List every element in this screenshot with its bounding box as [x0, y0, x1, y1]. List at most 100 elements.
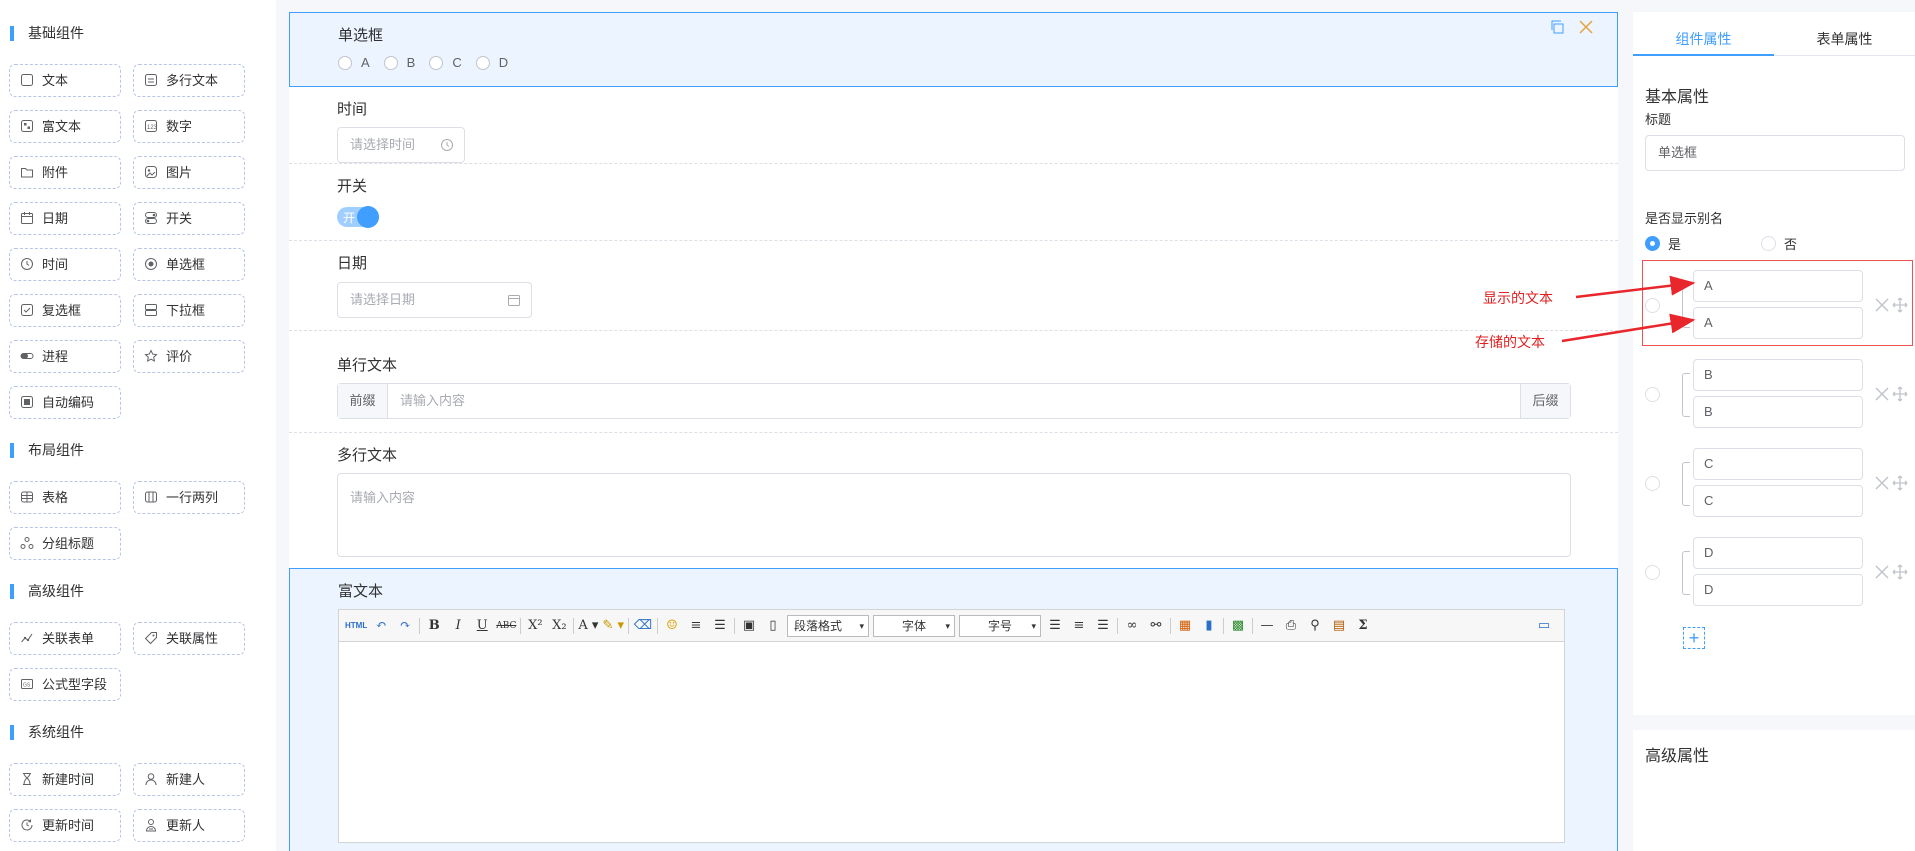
delete-option-icon[interactable]: [1874, 386, 1890, 402]
emoji-icon[interactable]: ☺: [662, 616, 682, 636]
palette-item-updater[interactable]: 更新人: [133, 809, 245, 842]
title-input[interactable]: 单选框: [1645, 135, 1905, 171]
palette-item-creator[interactable]: 新建人: [133, 763, 245, 796]
palette-item-formula[interactable]: GS 公式型字段: [9, 668, 121, 701]
palette-item-number[interactable]: 123 数字: [133, 110, 245, 143]
palette-item-autocode[interactable]: 自动编码: [9, 386, 121, 419]
palette-item-date[interactable]: 日期: [9, 202, 121, 235]
alias-no-radio[interactable]: 否: [1761, 234, 1797, 253]
italic-icon[interactable]: I: [448, 616, 468, 636]
alias-yes-radio[interactable]: 是: [1645, 234, 1681, 253]
radio-option-a[interactable]: A: [338, 55, 370, 70]
subscript-icon[interactable]: X₂: [549, 616, 569, 636]
single-text-input[interactable]: 前缀 请输入内容 后缀: [337, 383, 1571, 419]
underline-icon[interactable]: U: [472, 616, 492, 636]
palette-item-two-columns[interactable]: 一行两列: [133, 481, 245, 514]
video-icon[interactable]: ▮: [1199, 616, 1219, 636]
paste-icon[interactable]: ▤: [1329, 616, 1349, 636]
html-source-icon[interactable]: HTML: [345, 616, 367, 636]
field-radio[interactable]: 单选框 A B C D: [289, 12, 1618, 87]
drag-handle-icon[interactable]: [1892, 386, 1908, 402]
palette-item-switch[interactable]: 开关: [133, 202, 245, 235]
add-option-button[interactable]: +: [1683, 627, 1705, 649]
preview-icon[interactable]: ⚲: [1305, 616, 1325, 636]
palette-item-attachment[interactable]: 附件: [9, 156, 121, 189]
highlight-icon[interactable]: ✎ ▾: [602, 616, 624, 636]
link-icon[interactable]: ∞: [1122, 616, 1142, 636]
palette-item-image[interactable]: 图片: [133, 156, 245, 189]
palette-item-updated-time[interactable]: 更新时间: [9, 809, 121, 842]
print-icon[interactable]: ⎙: [1281, 616, 1301, 636]
option-default-radio[interactable]: [1645, 476, 1660, 491]
align-right-icon[interactable]: ☰: [1093, 616, 1113, 636]
palette-item-radio[interactable]: 单选框: [133, 248, 245, 281]
bold-icon[interactable]: B: [424, 616, 444, 636]
palette-item-group-title[interactable]: 分组标题: [9, 527, 121, 560]
palette-item-checkbox[interactable]: 复选框: [9, 294, 121, 327]
radio-option-c[interactable]: C: [429, 55, 462, 70]
option-default-radio[interactable]: [1645, 387, 1660, 402]
tab-form-props[interactable]: 表单属性: [1774, 22, 1915, 55]
palette-item-link-form[interactable]: 关联表单: [9, 622, 121, 655]
field-multi-text[interactable]: 多行文本 请输入内容: [289, 433, 1618, 568]
insert-image-icon[interactable]: ▩: [1228, 616, 1248, 636]
drag-handle-icon[interactable]: [1892, 564, 1908, 580]
palette-item-rating[interactable]: 评价: [133, 340, 245, 373]
option-display-input[interactable]: D: [1693, 537, 1863, 569]
palette-item-text[interactable]: 文本: [9, 64, 121, 97]
palette-item-table[interactable]: 表格: [9, 481, 121, 514]
formula-sigma-icon[interactable]: Σ: [1353, 616, 1373, 636]
align-left-icon[interactable]: ☰: [1045, 616, 1065, 636]
field-single-text[interactable]: 单行文本 前缀 请输入内容 后缀: [289, 343, 1618, 433]
unlink-icon[interactable]: ⚯: [1146, 616, 1166, 636]
option-stored-input[interactable]: C: [1693, 485, 1863, 517]
delete-option-icon[interactable]: [1874, 564, 1890, 580]
field-time[interactable]: 时间 请选择时间: [289, 87, 1618, 164]
undo-icon[interactable]: ↶: [371, 616, 391, 636]
page-icon[interactable]: ▯: [763, 616, 783, 636]
radio-option-b[interactable]: B: [383, 55, 415, 70]
paragraph-select[interactable]: 段落格式 ▾: [787, 614, 869, 637]
unordered-list-icon[interactable]: ☰: [710, 616, 730, 636]
image-insert-icon[interactable]: ▦: [1175, 616, 1195, 636]
palette-item-progress[interactable]: 进程: [9, 340, 121, 373]
palette-item-created-time[interactable]: 新建时间: [9, 763, 121, 796]
font-color-icon[interactable]: A ▾: [578, 616, 598, 636]
drag-handle-icon[interactable]: [1892, 475, 1908, 491]
delete-option-icon[interactable]: [1874, 475, 1890, 491]
palette-item-time[interactable]: 时间: [9, 248, 121, 281]
option-display-input[interactable]: C: [1693, 448, 1863, 480]
palette-item-rich-text[interactable]: 富文本: [9, 110, 121, 143]
ordered-list-icon[interactable]: ≡: [686, 616, 706, 636]
strikethrough-icon[interactable]: ABC: [496, 616, 516, 636]
input-placeholder[interactable]: 请输入内容: [388, 384, 1520, 418]
superscript-icon[interactable]: X²: [525, 616, 545, 636]
option-display-input[interactable]: B: [1693, 359, 1863, 391]
text-box-icon[interactable]: ▣: [739, 616, 759, 636]
copy-icon[interactable]: [1549, 19, 1565, 35]
option-stored-input[interactable]: D: [1693, 574, 1863, 606]
horizontal-rule-icon[interactable]: —: [1257, 616, 1277, 636]
eraser-icon[interactable]: ⌫: [633, 616, 653, 636]
font-size-select[interactable]: 字号 ▾: [959, 614, 1041, 637]
switch-toggle[interactable]: 开: [337, 206, 379, 228]
field-date[interactable]: 日期 请选择日期: [289, 241, 1618, 331]
close-icon[interactable]: [1578, 19, 1594, 35]
palette-item-link-attr[interactable]: 关联属性: [133, 622, 245, 655]
font-select[interactable]: 字体 ▾: [873, 614, 955, 637]
field-rich-text[interactable]: 富文本 HTML ↶ ↷ B I U ABC X² X₂ A ▾ ✎ ▾ ⌫ ☺…: [289, 568, 1618, 851]
time-picker[interactable]: 请选择时间: [337, 127, 465, 163]
option-stored-input[interactable]: B: [1693, 396, 1863, 428]
radio-option-d[interactable]: D: [475, 55, 508, 70]
palette-item-select[interactable]: 下拉框: [133, 294, 245, 327]
align-center-icon[interactable]: ≡: [1069, 616, 1089, 636]
fullscreen-icon[interactable]: ▭: [1534, 616, 1554, 636]
redo-icon[interactable]: ↷: [395, 616, 415, 636]
multi-text-input[interactable]: 请输入内容: [337, 473, 1571, 557]
option-default-radio[interactable]: [1645, 565, 1660, 580]
tab-component-props[interactable]: 组件属性: [1633, 22, 1774, 56]
palette-item-textarea[interactable]: 多行文本: [133, 64, 245, 97]
date-picker[interactable]: 请选择日期: [337, 282, 532, 318]
rich-text-editor[interactable]: HTML ↶ ↷ B I U ABC X² X₂ A ▾ ✎ ▾ ⌫ ☺ ≡ ☰: [338, 609, 1565, 843]
field-switch[interactable]: 开关 开: [289, 164, 1618, 241]
